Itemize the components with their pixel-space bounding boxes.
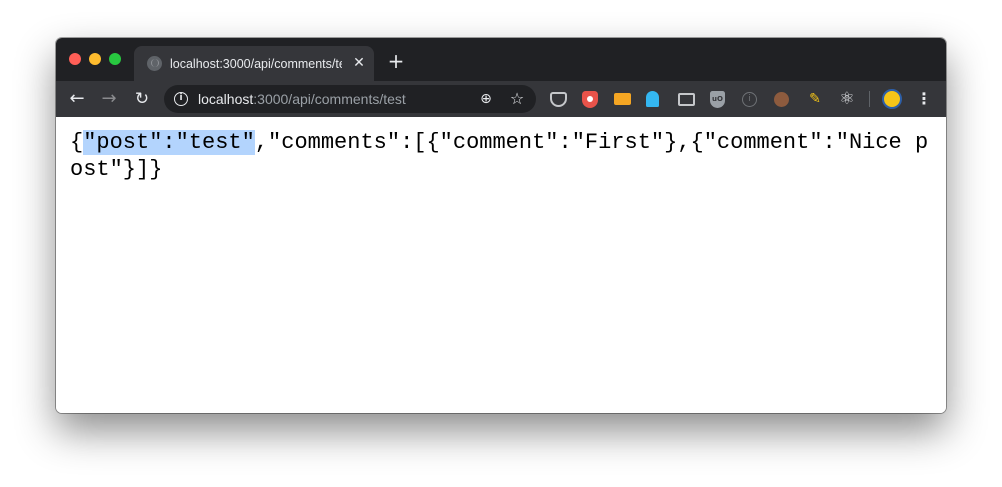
browser-tab[interactable]: localhost:3000/api/comments/test ✕ xyxy=(134,46,374,81)
url-text[interactable]: localhost:3000/api/comments/test xyxy=(198,90,406,108)
globe-icon xyxy=(147,56,162,71)
browser-toolbar: ← → ↻ i localhost:3000/api/comments/test… xyxy=(56,81,946,117)
url-host: localhost xyxy=(198,91,254,107)
profile-avatar[interactable] xyxy=(882,89,902,109)
toolbar-divider xyxy=(869,91,870,107)
close-window-button[interactable] xyxy=(69,53,81,65)
reader-icon[interactable] xyxy=(678,93,695,106)
ghostery-icon[interactable] xyxy=(646,91,659,107)
url-path: :3000/api/comments/test xyxy=(253,91,406,107)
selected-text: "post":"test" xyxy=(83,130,255,155)
info-icon[interactable]: i xyxy=(742,92,757,107)
close-tab-icon[interactable]: ✕ xyxy=(350,54,368,72)
reload-button[interactable]: ↻ xyxy=(132,89,152,109)
minimize-window-button[interactable] xyxy=(89,53,101,65)
address-bar[interactable]: i localhost:3000/api/comments/test ⊕ ☆ xyxy=(164,85,536,113)
privacy-shield-icon[interactable] xyxy=(582,91,598,108)
ublock-icon[interactable]: uO xyxy=(710,91,725,108)
react-devtools-icon[interactable]: ⚛ xyxy=(838,90,856,108)
title-bar: localhost:3000/api/comments/test ✕ + xyxy=(56,38,946,81)
new-tab-button[interactable]: + xyxy=(386,51,406,71)
maximize-window-button[interactable] xyxy=(109,53,121,65)
site-info-icon[interactable]: i xyxy=(174,92,188,106)
honey-icon[interactable] xyxy=(614,93,631,105)
bookmark-star-icon[interactable]: ☆ xyxy=(508,90,526,108)
tab-title: localhost:3000/api/comments/test xyxy=(170,57,342,71)
forward-button[interactable]: → xyxy=(99,89,119,109)
page-content: {"post":"test","comments":[{"comment":"F… xyxy=(56,117,946,413)
json-response: {"post":"test","comments":[{"comment":"F… xyxy=(70,129,938,183)
kebab-menu-icon[interactable]: ⋮ xyxy=(916,89,932,109)
pocket-icon[interactable] xyxy=(550,92,567,107)
json-open-brace: { xyxy=(70,130,84,155)
browser-window: localhost:3000/api/comments/test ✕ + ← →… xyxy=(56,38,946,413)
zoom-icon[interactable]: ⊕ xyxy=(477,90,495,108)
css-peeper-icon[interactable]: ✎ xyxy=(806,90,824,108)
cookie-icon[interactable] xyxy=(774,92,789,107)
back-button[interactable]: ← xyxy=(67,89,87,109)
